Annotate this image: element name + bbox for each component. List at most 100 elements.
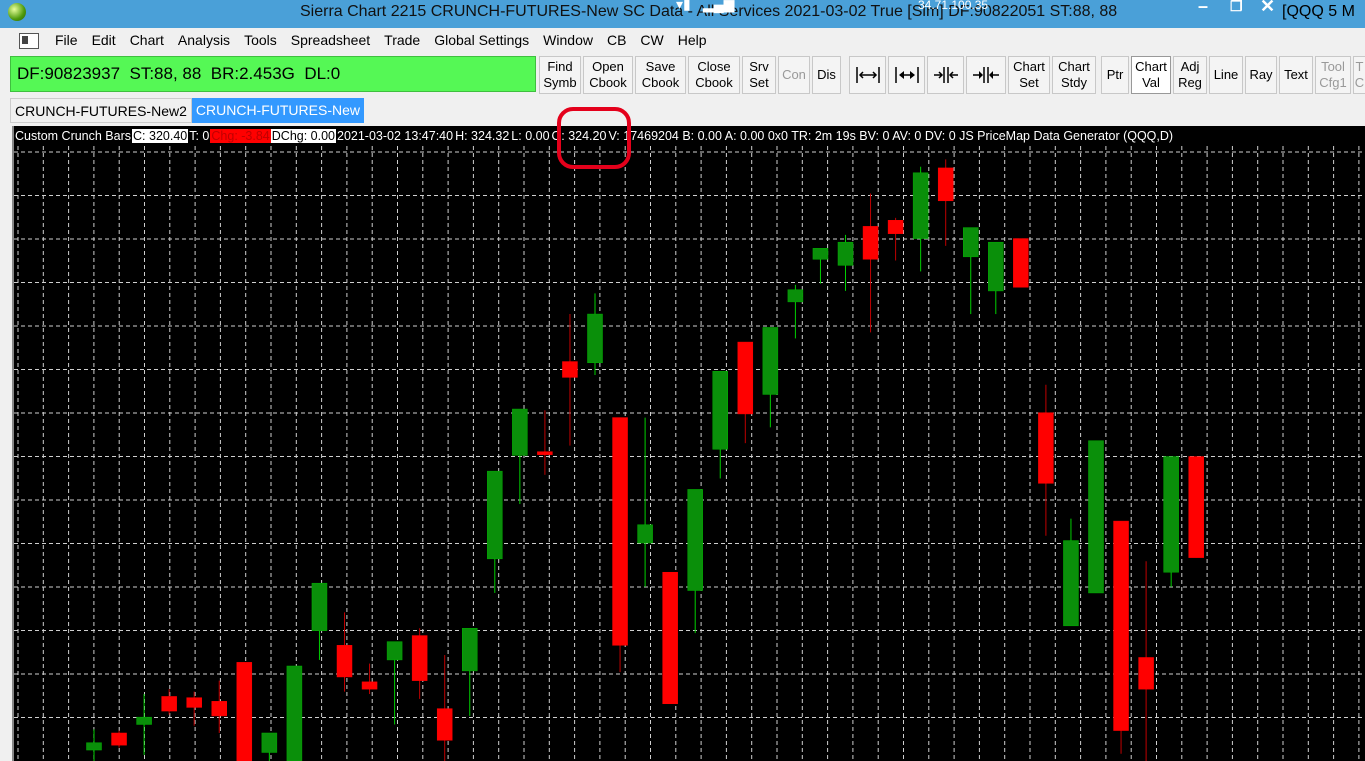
candle[interactable] bbox=[311, 582, 328, 660]
candle[interactable] bbox=[261, 732, 278, 761]
candle[interactable] bbox=[712, 371, 728, 479]
menu-window[interactable]: Window bbox=[536, 32, 600, 48]
close-chartbook-button[interactable]: Close Cbook bbox=[688, 56, 740, 94]
candle[interactable] bbox=[386, 641, 403, 725]
candle[interactable] bbox=[286, 665, 303, 761]
tab-crunch-futures-new[interactable]: CRUNCH-FUTURES-New bbox=[191, 98, 364, 123]
menu-spreadsheet[interactable]: Spreadsheet bbox=[284, 32, 377, 48]
candle[interactable] bbox=[1188, 456, 1204, 558]
chart-studies-button[interactable]: Chart Stdy bbox=[1052, 56, 1096, 94]
candle[interactable] bbox=[787, 284, 804, 339]
menu-analysis[interactable]: Analysis bbox=[171, 32, 237, 48]
chart-studies-label-2: Stdy bbox=[1060, 75, 1087, 90]
open-chartbook-button[interactable]: Open Cbook bbox=[583, 56, 633, 94]
candle[interactable] bbox=[662, 571, 678, 705]
candle[interactable] bbox=[587, 293, 603, 375]
candle[interactable] bbox=[612, 417, 628, 673]
candle[interactable] bbox=[537, 410, 553, 475]
pin-icon[interactable]: ▾▮ bbox=[676, 0, 691, 13]
candle[interactable] bbox=[963, 227, 979, 315]
volume-and-details: V: 17469204 B: 0.00 A: 0.00 0x0 TR: 2m 1… bbox=[608, 129, 1174, 143]
candle[interactable] bbox=[762, 327, 779, 428]
candlestick-chart[interactable] bbox=[14, 126, 1365, 761]
server-settings-button[interactable]: Srv Set bbox=[742, 56, 776, 94]
candle[interactable] bbox=[687, 489, 703, 634]
candle[interactable] bbox=[236, 662, 253, 761]
candle[interactable] bbox=[462, 628, 478, 716]
low-value: L: 0.00 bbox=[511, 129, 550, 143]
candle[interactable] bbox=[1113, 520, 1129, 754]
candle[interactable] bbox=[1163, 456, 1179, 587]
save-chartbook-button[interactable]: Save Cbook bbox=[635, 56, 686, 94]
pointer-tool-button[interactable]: Ptr bbox=[1101, 56, 1129, 94]
candle[interactable] bbox=[912, 166, 929, 272]
ray-tool-button[interactable]: Ray bbox=[1245, 56, 1277, 94]
connect-button[interactable]: Con bbox=[778, 56, 810, 94]
text-tool-button[interactable]: Text bbox=[1279, 56, 1313, 94]
tab-crunch-futures-new2[interactable]: CRUNCH-FUTURES-New2 bbox=[10, 98, 192, 123]
candle[interactable] bbox=[111, 730, 127, 748]
adjust-region-button[interactable]: Adj Reg bbox=[1173, 56, 1207, 94]
menu-chart[interactable]: Chart bbox=[123, 32, 171, 48]
candle[interactable] bbox=[161, 689, 177, 715]
candle-body bbox=[988, 241, 1004, 292]
chart-tabs: CRUNCH-FUTURES-New2 CRUNCH-FUTURES-New bbox=[10, 98, 364, 123]
candle[interactable] bbox=[361, 663, 378, 695]
menu-global-settings[interactable]: Global Settings bbox=[427, 32, 536, 48]
candle[interactable] bbox=[1063, 518, 1079, 627]
candle[interactable] bbox=[862, 193, 879, 333]
candle[interactable] bbox=[562, 314, 578, 446]
minimize-icon[interactable]: – bbox=[1198, 0, 1208, 17]
scale-compress-button[interactable] bbox=[927, 56, 964, 94]
menu-help[interactable]: Help bbox=[671, 32, 714, 48]
chart-values-label-1: Chart bbox=[1135, 59, 1167, 74]
candle[interactable] bbox=[1013, 238, 1029, 288]
menu-cw[interactable]: CW bbox=[633, 32, 670, 48]
candle-body bbox=[186, 697, 202, 708]
status-st: ST:88, 88 bbox=[129, 64, 202, 83]
candle[interactable] bbox=[336, 612, 353, 692]
candle[interactable] bbox=[186, 691, 202, 726]
tool-config-1-button[interactable]: Tool Cfg1 bbox=[1315, 56, 1351, 94]
find-symbol-button[interactable]: Find Symb bbox=[539, 56, 581, 94]
menu-file[interactable]: File bbox=[48, 32, 85, 48]
menu-tools[interactable]: Tools bbox=[237, 32, 284, 48]
menu-trade[interactable]: Trade bbox=[377, 32, 427, 48]
chart-settings-button[interactable]: Chart Set bbox=[1008, 56, 1050, 94]
scale-horizontal-fit-button[interactable] bbox=[888, 56, 925, 94]
scale-horizontal-expand-button[interactable] bbox=[849, 56, 886, 94]
symbol-timeframe: [QQQ 5 M bbox=[1282, 3, 1355, 20]
menu-edit[interactable]: Edit bbox=[85, 32, 123, 48]
candle[interactable] bbox=[211, 680, 227, 733]
candle[interactable] bbox=[411, 628, 428, 699]
system-menu-icon[interactable] bbox=[19, 33, 39, 49]
chart-values-line: Custom Crunch Bars C: 320.40 T: 0 Chg: -3.8… bbox=[14, 126, 1365, 146]
candle[interactable] bbox=[1038, 384, 1054, 536]
candle-body bbox=[887, 220, 904, 234]
tool-config-2-button[interactable]: T C bbox=[1353, 56, 1365, 94]
chart-values-tool-button[interactable]: Chart Val bbox=[1131, 56, 1171, 94]
candle-body bbox=[286, 665, 303, 761]
candle[interactable] bbox=[737, 341, 754, 444]
sierra-chart-app-icon[interactable] bbox=[8, 3, 26, 21]
chart-region[interactable]: Custom Crunch Bars C: 320.40 T: 0 Chg: -3.8… bbox=[12, 126, 1365, 761]
candle[interactable] bbox=[86, 729, 102, 761]
close-icon[interactable]: ✕ bbox=[1260, 0, 1275, 17]
candle[interactable] bbox=[812, 248, 829, 284]
candle[interactable] bbox=[1138, 561, 1154, 761]
disconnect-button[interactable]: Dis bbox=[812, 56, 841, 94]
candle-body bbox=[737, 341, 754, 415]
candle[interactable] bbox=[136, 694, 152, 755]
restore-icon[interactable]: ❐ bbox=[1230, 0, 1243, 15]
candle[interactable] bbox=[487, 470, 503, 593]
candle[interactable] bbox=[988, 241, 1004, 315]
menu-cb[interactable]: CB bbox=[600, 32, 633, 48]
candle-body bbox=[86, 742, 102, 751]
chart-settings-label-2: Set bbox=[1019, 75, 1039, 90]
candle[interactable] bbox=[937, 159, 954, 246]
scale-compress-fit-button[interactable] bbox=[966, 56, 1006, 94]
line-tool-button[interactable]: Line bbox=[1209, 56, 1243, 94]
candle[interactable] bbox=[436, 655, 453, 761]
candle[interactable] bbox=[1088, 440, 1104, 594]
trades-value: T: 0 bbox=[189, 129, 210, 143]
